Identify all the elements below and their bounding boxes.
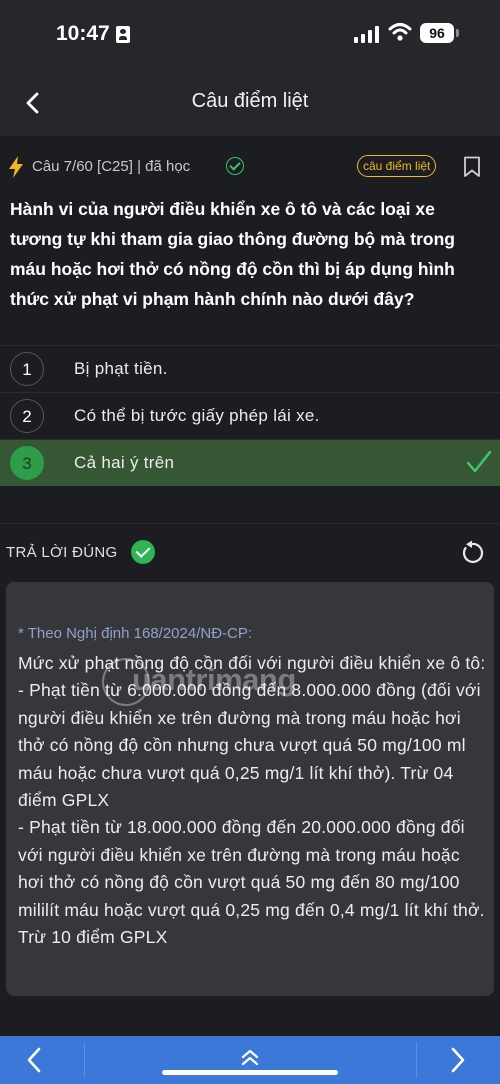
question-text: Hành vi của người điều khiển xe ô tô và … — [10, 199, 455, 309]
battery-tip — [456, 29, 459, 37]
app-header: Câu điểm liệt — [0, 68, 500, 136]
previous-question-button[interactable] — [24, 1046, 46, 1074]
page-title: Câu điểm liệt — [191, 90, 309, 112]
divider — [84, 1042, 85, 1078]
correct-check-icon — [466, 450, 492, 473]
expand-up-button[interactable] — [239, 1048, 261, 1068]
answer-number: 1 — [10, 352, 44, 386]
cellular-signal-icon — [354, 26, 380, 43]
battery-icon: 96 — [420, 23, 454, 43]
status-time: 10:47 — [56, 22, 110, 45]
question-meta: Câu 7/60 [C25] | đã học câu điểm liệt — [0, 152, 500, 182]
answer-text: Có thể bị tước giấy phép lái xe. — [74, 406, 320, 425]
divider — [0, 523, 500, 524]
next-question-button[interactable] — [446, 1046, 468, 1074]
answer-number: 2 — [10, 399, 44, 433]
answer-number: 3 — [10, 446, 44, 480]
answer-text: Cả hai ý trên — [74, 453, 175, 472]
result-row: TRẢ LỜI ĐÚNG — [0, 537, 500, 569]
explanation-source[interactable]: * Theo Nghị định 168/2024/NĐ-CP: — [18, 625, 252, 642]
explanation-text: Mức xử phạt nồng độ cồn đối với người đi… — [18, 653, 486, 948]
status-bar: 10:47 96 — [0, 0, 500, 68]
bottom-navigation — [0, 1036, 500, 1084]
answer-text: Bị phạt tiền. — [74, 359, 168, 378]
learned-check-icon — [226, 157, 244, 175]
home-indicator — [162, 1070, 338, 1075]
critical-question-badge: câu điểm liệt — [357, 155, 437, 177]
result-label: TRẢ LỜI ĐÚNG — [6, 544, 118, 561]
answer-option-1[interactable]: 1 Bị phạt tiền. — [0, 345, 500, 392]
contact-card-icon — [116, 26, 130, 43]
divider — [416, 1042, 417, 1078]
lightning-icon — [9, 156, 23, 178]
answer-option-2[interactable]: 2 Có thể bị tước giấy phép lái xe. — [0, 392, 500, 439]
question-progress: Câu 7/60 [C25] | đã học — [32, 158, 191, 175]
wifi-icon — [388, 23, 412, 41]
explanation-panel: * Theo Nghị định 168/2024/NĐ-CP: Mức xử … — [6, 582, 494, 996]
bookmark-icon[interactable] — [463, 156, 481, 178]
answer-option-3[interactable]: 3 Cả hai ý trên — [0, 439, 500, 486]
reset-icon[interactable] — [459, 540, 485, 566]
correct-badge-icon — [131, 540, 155, 564]
answer-list: 1 Bị phạt tiền. 2 Có thể bị tước giấy ph… — [0, 345, 500, 486]
